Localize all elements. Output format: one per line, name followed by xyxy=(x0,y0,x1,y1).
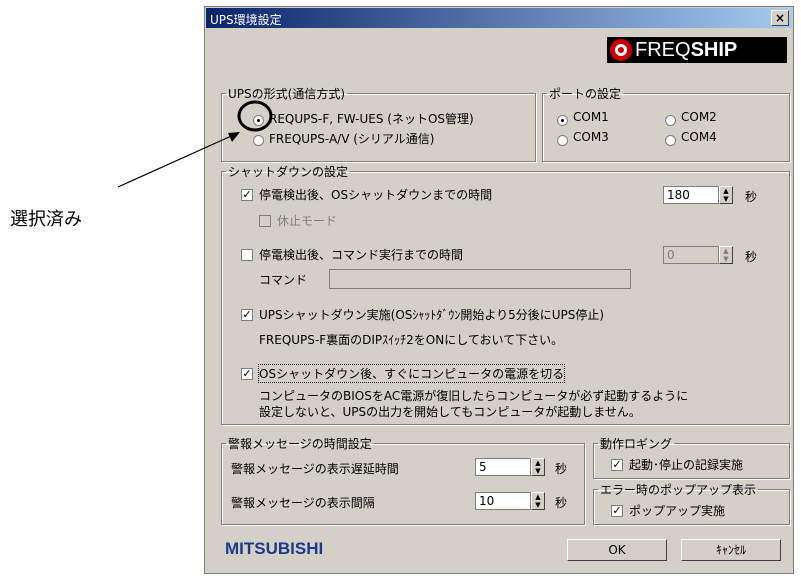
command-input[interactable] xyxy=(329,269,631,289)
logo-ship: SHIP xyxy=(690,39,738,61)
cmd-exec-spinner[interactable]: ▲ ▼ xyxy=(719,246,733,264)
power-off-checkbox[interactable]: ✓ xyxy=(241,368,253,380)
logging-legend: 動作ロギング xyxy=(600,437,673,451)
port-label-com4: COM4 xyxy=(681,130,717,144)
close-button[interactable]: × xyxy=(771,10,789,26)
cmd-exec-unit: 秒 xyxy=(745,250,758,264)
power-off-note-1: コンピュータのBIOSをAC電源が復旧したらコンピュータが必ず起動するように xyxy=(259,389,689,403)
logging-label: 起動･停止の記録実施 xyxy=(629,458,744,472)
mitsubishi-brand: MITSUBISHI xyxy=(225,539,324,558)
hibernate-checkbox[interactable] xyxy=(259,215,271,227)
popup-label: ポップアップ実施 xyxy=(629,504,726,518)
os-shutdown-input[interactable]: 180 xyxy=(663,186,719,204)
freqship-logo-icon xyxy=(610,39,632,61)
alert-interval-label: 警報メッセージの表示間隔 xyxy=(231,496,375,510)
port-label-com2: COM2 xyxy=(681,110,717,124)
port-label-com1: COM1 xyxy=(573,110,609,124)
cancel-button[interactable]: ｷｬﾝｾﾙ xyxy=(681,539,781,561)
alert-delay-spinner[interactable]: ▲ ▼ xyxy=(531,458,545,476)
port-radio-com4[interactable] xyxy=(665,135,676,146)
hibernate-label: 休止モード xyxy=(277,214,338,228)
ups-type-label-av: FREQUPS-A/V (シリアル通信) xyxy=(269,132,435,146)
alert-interval-unit: 秒 xyxy=(555,496,568,510)
os-shutdown-label: 停電検出後、OSシャットダウンまでの時間 xyxy=(259,188,493,202)
port-label-com3: COM3 xyxy=(573,130,609,144)
port-legend: ポートの設定 xyxy=(549,87,622,101)
port-radio-com3[interactable] xyxy=(557,135,568,146)
popup-legend: エラー時のポップアップ表示 xyxy=(600,483,757,497)
cmd-exec-label: 停電検出後、コマンド実行までの時間 xyxy=(259,248,464,262)
power-off-note-2: 設定しないと、UPSの出力を開始してもコンピュータが起動しません。 xyxy=(259,405,641,419)
os-shutdown-spinner[interactable]: ▲ ▼ xyxy=(719,186,733,204)
ok-button[interactable]: OK xyxy=(567,539,667,561)
logo-freq: FREQ xyxy=(635,39,691,61)
alert-delay-label: 警報メッセージの表示遅延時間 xyxy=(231,462,399,476)
alert-delay-unit: 秒 xyxy=(555,462,568,476)
power-off-label: OSシャットダウン後、すぐにコンピュータの電源を切る xyxy=(257,364,566,383)
port-radio-com2[interactable] xyxy=(665,115,676,126)
ups-type-label-f: REQUPS-F, FW-UES (ネットOS管理) xyxy=(269,112,474,126)
alert-interval-spinner[interactable]: ▲ ▼ xyxy=(531,492,545,510)
ups-shutdown-checkbox[interactable]: ✓ xyxy=(241,309,253,321)
cmd-exec-checkbox[interactable] xyxy=(241,249,253,261)
alert-group: 警報メッセージの時間設定 xyxy=(221,435,585,525)
alert-interval-input[interactable]: 10 xyxy=(475,492,531,510)
annotation-label: 選択済み xyxy=(10,209,82,230)
cmd-exec-input[interactable]: 0 xyxy=(663,246,719,264)
os-shutdown-checkbox[interactable]: ✓ xyxy=(241,189,253,201)
freqship-logo: FREQSHIP xyxy=(607,37,787,63)
ups-type-legend: UPSの形式(通信方式) xyxy=(228,87,346,101)
ups-type-radio-f[interactable] xyxy=(253,115,264,126)
alert-delay-input[interactable]: 5 xyxy=(475,458,531,476)
command-label: コマンド xyxy=(259,273,308,287)
os-shutdown-unit: 秒 xyxy=(745,190,758,204)
popup-checkbox[interactable]: ✓ xyxy=(611,505,623,517)
dialog-title: UPS環境設定 xyxy=(210,13,282,27)
ups-type-radio-av[interactable] xyxy=(253,135,264,146)
port-radio-com1[interactable] xyxy=(557,115,568,126)
ups-settings-dialog: UPS環境設定 × FREQSHIP UPSの形式(通信方式) REQUPS-F… xyxy=(204,6,794,574)
logging-checkbox[interactable]: ✓ xyxy=(611,459,623,471)
ups-shutdown-label: UPSシャットダウン実施(OSｼｬｯﾄﾀﾞｳﾝ開始より5分後にUPS停止) xyxy=(259,308,605,322)
title-bar: UPS環境設定 × xyxy=(206,8,792,28)
ups-shutdown-note: FREQUPS-F裏面のDIPｽｲｯﾁ2をONにしておいて下さい。 xyxy=(259,333,564,347)
shutdown-legend: シャットダウンの設定 xyxy=(228,165,349,179)
alert-legend: 警報メッセージの時間設定 xyxy=(228,437,372,451)
